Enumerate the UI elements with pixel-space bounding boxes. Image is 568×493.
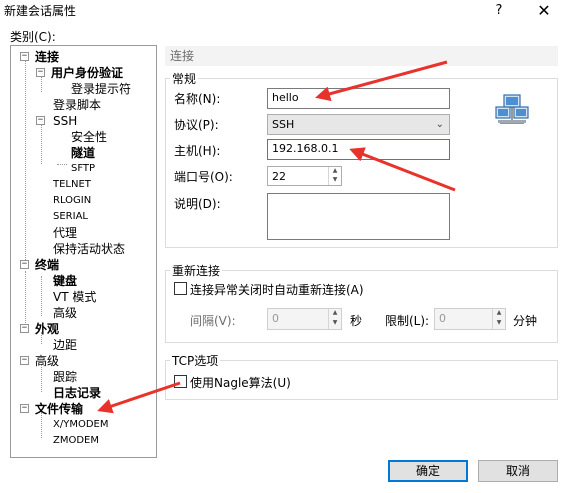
collapse-icon[interactable]: − [20,260,29,269]
tree-item-login-script[interactable]: 登录脚本 [53,98,101,112]
spin-up-icon[interactable]: ▲ [329,309,341,319]
host-field[interactable]: 192.168.0.1 [267,139,450,160]
tree-item-security[interactable]: 安全性 [71,130,107,144]
tree-item-ssh[interactable]: SSH [53,114,77,128]
tcp-options-group-title: TCP选项 [170,352,221,369]
tree-item-appearance[interactable]: 外观 [35,322,59,336]
tree-item-connection[interactable]: 连接 [35,50,59,64]
spin-down-icon[interactable]: ▼ [329,319,341,329]
interval-value: 0 [272,312,279,325]
collapse-icon[interactable]: − [20,356,29,365]
spin-up-icon[interactable]: ▲ [329,167,341,176]
tree-item-keepalive[interactable]: 保持活动状态 [53,242,125,256]
tree-guide-line [41,276,42,316]
tree-item-keyboard[interactable]: 键盘 [53,274,77,288]
spin-down-icon[interactable]: ▼ [493,319,505,329]
name-field[interactable]: hello [267,88,450,109]
port-spin-buttons[interactable]: ▲ ▼ [328,167,341,185]
tree-guide-line [41,76,42,92]
spin-up-icon[interactable]: ▲ [493,309,505,319]
general-group-title: 常规 [170,70,199,87]
collapse-icon[interactable]: − [36,68,45,77]
tree-item-telnet[interactable]: TELNET [53,178,91,192]
interval-stepper[interactable]: 0 ▲ ▼ [267,308,342,330]
limit-stepper[interactable]: 0 ▲ ▼ [434,308,506,330]
help-button[interactable]: ? [488,0,510,22]
category-label: 类别(C): [10,30,56,44]
tree-item-vt-mode[interactable]: VT 模式 [53,290,96,304]
ok-button[interactable]: 确定 [388,460,468,482]
reconnect-group-title: 重新连接 [170,262,223,279]
tree-guide-line [41,364,42,392]
cancel-button[interactable]: 取消 [478,460,558,482]
interval-spin-buttons[interactable]: ▲ ▼ [328,309,341,329]
limit-label: 限制(L): [385,314,430,328]
tree-guide-line [25,271,26,323]
collapse-icon[interactable]: − [36,116,45,125]
seconds-unit: 秒 [350,314,363,328]
protocol-label: 协议(P): [174,118,219,132]
tree-item-tunnel[interactable]: 隧道 [71,146,95,160]
host-label: 主机(H): [174,144,221,158]
section-header: 连接 [165,46,558,66]
tree-item-trace[interactable]: 跟踪 [53,370,77,384]
tree-item-terminal[interactable]: 终端 [35,258,59,272]
tree-item-proxy[interactable]: 代理 [53,226,77,240]
tree-item-zmodem[interactable]: ZMODEM [53,434,99,448]
auto-reconnect-checkbox[interactable] [174,282,187,295]
protocol-select[interactable]: SSH ⌄ [267,114,450,135]
title-bar [0,0,568,22]
tree-item-margin[interactable]: 边距 [53,338,77,352]
minutes-unit: 分钟 [513,314,538,328]
limit-value: 0 [439,312,446,325]
close-button[interactable]: ✕ [532,0,556,22]
tree-item-file-transfer[interactable]: 文件传输 [35,402,83,416]
tree-item-rlogin[interactable]: RLOGIN [53,194,91,208]
protocol-select-value: SSH [272,118,295,131]
port-stepper[interactable]: 22 ▲ ▼ [267,166,342,186]
tree-guide-line [41,124,42,164]
tree-item-login-prompt[interactable]: 登录提示符 [71,82,131,96]
tree-item-serial[interactable]: SERIAL [53,210,88,224]
category-tree[interactable]: − 连接 − 用户身份验证 登录提示符 登录脚本 − SSH 安全性 隧道 SF… [10,45,157,458]
tree-item-xymodem[interactable]: X/YMODEM [53,418,108,432]
name-label: 名称(N): [174,92,221,106]
description-label: 说明(D): [174,197,221,211]
chevron-down-icon: ⌄ [435,119,444,130]
tree-item-advanced[interactable]: 高级 [35,354,59,368]
network-computers-icon [495,94,529,124]
tree-item-sftp[interactable]: SFTP [71,162,95,176]
tree-item-auth[interactable]: 用户身份验证 [51,66,123,80]
collapse-icon[interactable]: − [20,52,29,61]
nagle-label[interactable]: 使用Nagle算法(U) [190,374,291,391]
spin-down-icon[interactable]: ▼ [329,176,341,185]
collapse-icon[interactable]: − [20,324,29,333]
port-value: 22 [272,170,286,183]
collapse-icon[interactable]: − [20,404,29,413]
port-label: 端口号(O): [174,170,233,184]
interval-label: 间隔(V): [190,314,236,328]
nagle-checkbox[interactable] [174,375,187,388]
description-field[interactable] [267,193,450,240]
tree-guide-line [25,60,26,260]
tree-item-terminal-advanced[interactable]: 高级 [53,306,77,320]
tree-item-log[interactable]: 日志记录 [53,386,101,400]
window-title: 新建会话属性 [4,4,77,18]
limit-spin-buttons[interactable]: ▲ ▼ [492,309,505,329]
tree-guide-line [57,164,67,165]
auto-reconnect-label[interactable]: 连接异常关闭时自动重新连接(A) [190,281,364,298]
